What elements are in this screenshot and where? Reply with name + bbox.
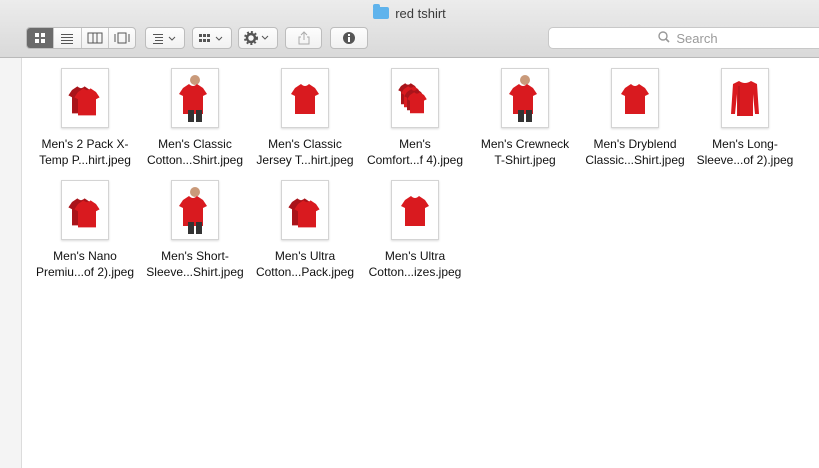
file-thumbnail[interactable] [391,68,439,128]
file-name-line: Cotton...Shirt.jpeg [146,153,244,167]
file-item[interactable]: Men's Dryblend Classic...Shirt.jpeg [580,68,690,168]
file-name-line: Men's Crewneck [480,137,570,151]
file-name-line: Sleeve...Shirt.jpeg [146,265,244,279]
file-thumbnail[interactable] [611,68,659,128]
share-button[interactable] [285,27,322,49]
file-thumbnail[interactable] [61,180,109,240]
file-name[interactable]: Men's Ultra Cotton...Pack.jpeg [250,248,360,280]
file-item[interactable]: Men's Comfort...f 4).jpeg [360,68,470,168]
column-view-button[interactable] [82,28,109,48]
get-info-button[interactable] [330,27,368,49]
info-icon [343,32,355,44]
file-item[interactable]: Men's Long- Sleeve...of 2).jpeg [690,68,800,168]
file-thumbnail[interactable] [171,180,219,240]
file-name-line: Men's Long- [712,137,778,151]
folder-icon [373,4,390,19]
file-name[interactable]: Men's Long- Sleeve...of 2).jpeg [690,136,800,168]
sidebar-edge [0,58,22,468]
coverflow-view-button[interactable] [109,28,135,48]
file-name-line: Jersey T...hirt.jpeg [256,153,354,167]
window-title: red tshirt [0,4,819,21]
file-name-line: Men's Classic [158,137,232,151]
window-title-text: red tshirt [395,6,446,21]
file-thumbnail[interactable] [171,68,219,128]
file-name-line: Sleeve...of 2).jpeg [696,153,794,167]
file-name-line: Classic...Shirt.jpeg [585,153,685,167]
column-view-icon [87,32,103,44]
file-item[interactable]: Men's Classic Cotton...Shirt.jpeg [140,68,250,168]
file-name[interactable]: Men's 2 Pack X- Temp P...hirt.jpeg [30,136,140,168]
file-name-line: Men's Classic [268,137,342,151]
file-item[interactable]: Men's 2 Pack X- Temp P...hirt.jpeg [30,68,140,168]
file-name[interactable]: Men's Ultra Cotton...izes.jpeg [360,248,470,280]
group-button[interactable] [192,27,232,49]
file-thumbnail[interactable] [281,180,329,240]
file-name-line: Comfort...f 4).jpeg [366,153,464,167]
file-item[interactable]: Men's Ultra Cotton...izes.jpeg [360,180,470,280]
arrange-button[interactable] [145,27,185,49]
file-item[interactable]: Men's Classic Jersey T...hirt.jpeg [250,68,360,168]
file-name-line: Men's Short- [161,249,229,263]
file-name-line: Premiu...of 2).jpeg [35,265,135,279]
file-thumbnail[interactable] [391,180,439,240]
share-icon [298,31,309,45]
file-name-line: Men's [399,137,431,151]
file-item[interactable]: Men's Crewneck T-Shirt.jpeg [470,68,580,168]
search-placeholder: Search [676,30,718,46]
list-view-icon [61,34,74,44]
file-name[interactable]: Men's Classic Jersey T...hirt.jpeg [250,136,360,168]
group-icon [199,34,223,42]
icon-view-icon [35,33,46,43]
gear-icon [244,31,269,45]
file-name[interactable]: Men's Short- Sleeve...Shirt.jpeg [140,248,250,280]
file-name-line: Men's Ultra [274,249,336,263]
file-thumbnail[interactable] [61,68,109,128]
coverflow-view-icon [114,32,130,44]
list-view-button[interactable] [54,28,82,48]
file-name-line: T-Shirt.jpeg [494,153,556,167]
file-thumbnail[interactable] [281,68,329,128]
file-item[interactable]: Men's Nano Premiu...of 2).jpeg [30,180,140,280]
finder-window: red tshirt Search Men's 2 Pack X- Temp P… [0,0,819,468]
file-grid: Men's 2 Pack X- Temp P...hirt.jpeg Men's C… [22,58,819,468]
file-item[interactable]: Men's Ultra Cotton...Pack.jpeg [250,180,360,280]
file-item[interactable]: Men's Short- Sleeve...Shirt.jpeg [140,180,250,280]
file-name[interactable]: Men's Comfort...f 4).jpeg [360,136,470,168]
file-name[interactable]: Men's Classic Cotton...Shirt.jpeg [140,136,250,168]
search-icon [658,30,670,46]
file-name-line: Temp P...hirt.jpeg [39,153,131,167]
file-thumbnail[interactable] [721,68,769,128]
title-bar: red tshirt Search [0,0,819,58]
icon-view-button[interactable] [27,28,55,48]
search-field[interactable]: Search [548,27,819,49]
file-name[interactable]: Men's Nano Premiu...of 2).jpeg [30,248,140,280]
file-thumbnail[interactable] [501,68,549,128]
file-name-line: Men's Ultra [384,249,446,263]
file-name-line: Men's Dryblend [593,137,677,151]
file-name[interactable]: Men's Dryblend Classic...Shirt.jpeg [580,136,690,168]
arrange-icon [153,34,176,44]
file-name-line: Cotton...izes.jpeg [368,265,462,279]
action-button[interactable] [238,27,278,49]
file-name[interactable]: Men's Crewneck T-Shirt.jpeg [470,136,580,168]
view-mode-control [26,27,136,49]
file-name-line: Men's Nano [53,249,117,263]
file-name-line: Cotton...Pack.jpeg [255,265,355,279]
file-name-line: Men's 2 Pack X- [41,137,129,151]
